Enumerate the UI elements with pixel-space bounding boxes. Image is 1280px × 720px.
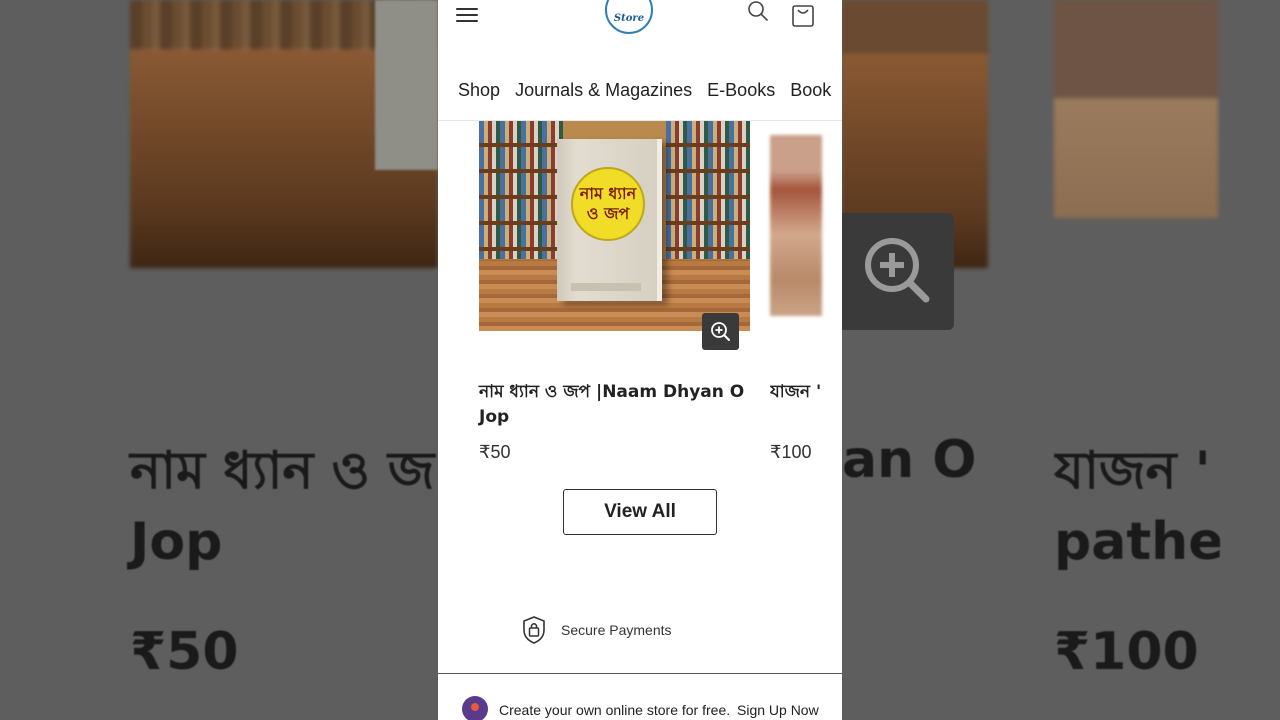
product-image-second[interactable] bbox=[770, 135, 822, 316]
secure-payments-label: Secure Payments bbox=[561, 622, 672, 638]
book-cover-title: নাম ধ্যান ও জপ bbox=[571, 167, 645, 241]
background-product-image-far-right bbox=[1054, 0, 1218, 218]
store-builder-footer: Create your own online store for free. S… bbox=[438, 674, 842, 720]
store-logo[interactable]: Store bbox=[605, 0, 653, 34]
store-logo-text: Store bbox=[613, 12, 645, 24]
shopping-bag-icon[interactable] bbox=[790, 0, 816, 28]
shield-lock-icon bbox=[523, 616, 545, 644]
background-title-left: নাম ধ্যান ও জ bbox=[130, 441, 435, 501]
background-title-right-fragment: an O bbox=[842, 430, 977, 490]
nav-item-ebooks[interactable]: E-Books bbox=[707, 80, 775, 100]
view-all-button[interactable]: View All bbox=[563, 489, 717, 535]
product-title-second[interactable]: যাজন ' pathe bbox=[770, 380, 822, 405]
secure-payments: Secure Payments bbox=[522, 616, 672, 644]
top-bar: Store bbox=[438, 0, 842, 50]
book-cover: নাম ধ্যান ও জপ bbox=[557, 139, 662, 301]
nav-item-shop[interactable]: Shop bbox=[458, 80, 500, 100]
nav-item-journals-magazines[interactable]: Journals & Magazines bbox=[515, 80, 692, 100]
product-image-naam-dhyan[interactable]: নাম ধ্যান ও জপ bbox=[479, 121, 750, 331]
platform-logo-icon bbox=[462, 696, 488, 720]
book-cover-author-band bbox=[571, 283, 641, 291]
sign-up-link[interactable]: Sign Up Now bbox=[737, 702, 819, 718]
bookshelf-left bbox=[479, 121, 563, 259]
background-title-far-right-line2: pathe bbox=[1054, 512, 1220, 572]
zoom-in-button[interactable] bbox=[702, 313, 739, 350]
background-zoom-icon bbox=[842, 213, 954, 330]
phone-screen: Store Shop Journals & Magazines E-Books … bbox=[438, 0, 842, 720]
background-book-fragment bbox=[375, 0, 438, 170]
footer-promo-text: Create your own online store for free. bbox=[499, 702, 731, 718]
background-price-left: ₹50 bbox=[130, 622, 239, 682]
product-title[interactable]: নাম ধ্যান ও জপ |Naam Dhyan O Jop bbox=[479, 380, 751, 430]
nav-item-books[interactable]: Book bbox=[790, 80, 831, 100]
product-price: ₹50 bbox=[479, 442, 511, 462]
background-title-far-right: যাজন ' bbox=[1054, 441, 1211, 501]
background-price-far-right: ₹100 bbox=[1054, 622, 1199, 682]
bookshelf-right bbox=[666, 121, 750, 259]
category-nav: Shop Journals & Magazines E-Books Book bbox=[458, 80, 841, 101]
background-title-left-line2: Jop bbox=[130, 512, 223, 572]
search-icon[interactable] bbox=[746, 0, 770, 24]
product-price-second: ₹100 bbox=[770, 442, 812, 462]
hamburger-menu-icon[interactable] bbox=[456, 4, 478, 22]
zoom-in-icon bbox=[711, 322, 730, 341]
